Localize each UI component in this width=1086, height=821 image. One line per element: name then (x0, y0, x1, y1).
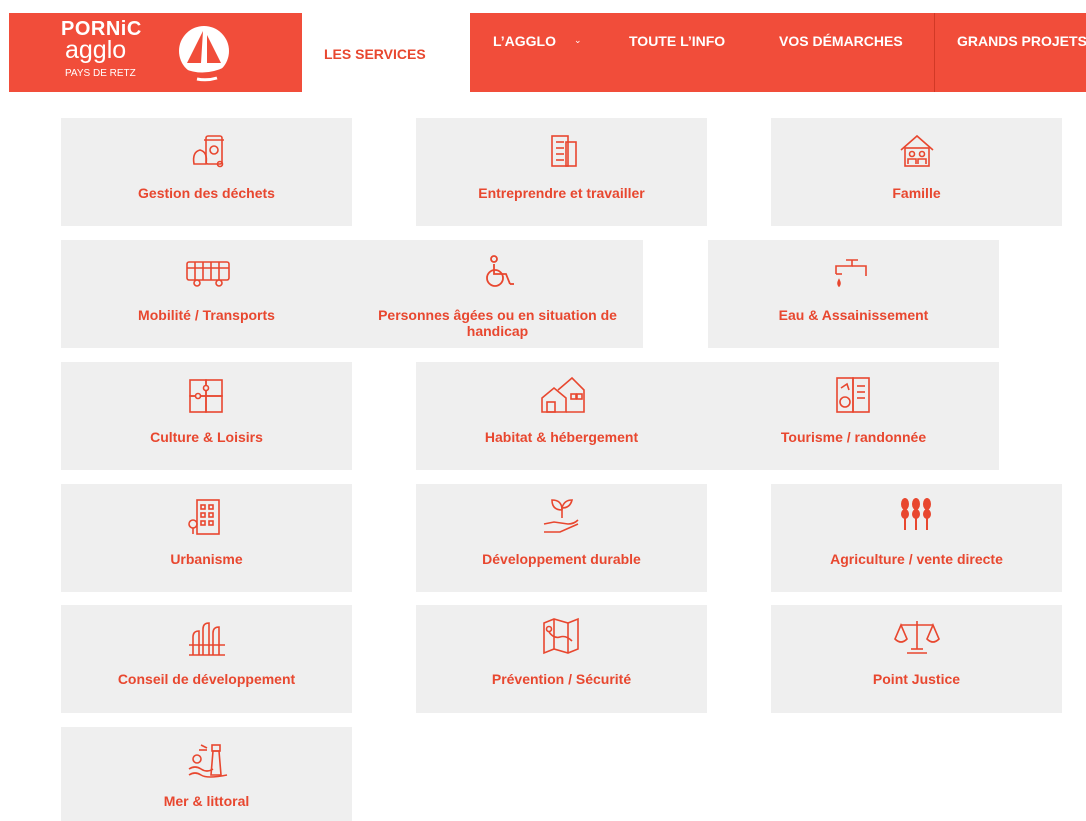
office-building-icon (551, 135, 577, 167)
tile-label: Gestion des déchets (138, 185, 275, 201)
service-tile-entreprendre[interactable]: Entreprendre et travailler (416, 118, 707, 226)
service-tile-justice[interactable]: Point Justice (771, 605, 1062, 713)
service-tile-agriculture[interactable]: Agriculture / vente directe (771, 484, 1062, 592)
tile-label: Habitat & hébergement (484, 429, 639, 445)
tile-label: Famille (892, 185, 941, 201)
tile-label: Tourisme / randonnée (780, 429, 927, 445)
service-tile-famille[interactable]: Famille (771, 118, 1062, 226)
wheelchair-icon (486, 255, 514, 287)
nav-grands-projets[interactable]: GRANDS PROJETS (957, 33, 1086, 49)
service-tile-prevention[interactable]: Prévention / Sécurité (416, 605, 707, 713)
service-tile-conseil[interactable]: Conseil de développement (61, 605, 352, 713)
houses-icon (541, 376, 585, 413)
nav-les-services[interactable]: LES SERVICES (302, 13, 470, 92)
tile-label: Personnes âgées ou en situation de handi… (378, 307, 617, 339)
service-tile-culture[interactable]: Culture & Loisirs (61, 362, 352, 470)
service-tile-tourisme[interactable]: Tourisme / randonnée (708, 362, 999, 470)
service-tile-mer-littoral[interactable]: Mer & littoral (61, 727, 352, 821)
raised-hands-icon (189, 622, 225, 656)
trash-bin-icon (192, 135, 224, 168)
service-tile-eau[interactable]: Eau & Assainissement (708, 240, 999, 348)
sail-logo-icon (179, 26, 229, 82)
tile-label: Agriculture / vente directe (830, 551, 1003, 567)
tile-label: Urbanisme (170, 551, 243, 567)
bus-icon (186, 261, 230, 287)
puzzle-icon (189, 379, 223, 413)
tile-label: Point Justice (872, 671, 961, 687)
service-tile-mobilite[interactable]: Mobilité / Transports (61, 240, 352, 348)
tile-label: Prévention / Sécurité (491, 671, 632, 687)
nav-toute-info[interactable]: TOUTE L’INFO (629, 33, 725, 49)
service-tile-developpement-durable[interactable]: Développement durable (416, 484, 707, 592)
service-tile-urbanisme[interactable]: Urbanisme (61, 484, 352, 592)
service-tile-habitat[interactable]: Habitat & hébergement (416, 362, 707, 470)
map-icon (543, 617, 579, 655)
water-tap-icon (835, 259, 867, 288)
nav-divider (934, 13, 935, 92)
scales-icon (894, 621, 940, 654)
service-tile-dechets[interactable]: Gestion des déchets (61, 118, 352, 226)
service-tile-personnes-agees[interactable]: Personnes âgées ou en situation de handi… (352, 240, 643, 348)
lighthouse-icon (188, 744, 228, 778)
logo-text-agglo: agglo (65, 36, 127, 64)
site-logo[interactable]: PORNiC agglo PAYS DE RETZ (9, 13, 302, 92)
nav-vos-demarches[interactable]: VOS DÉMARCHES (779, 33, 903, 49)
tile-label: Entreprendre et travailler (478, 185, 645, 201)
tile-label: Mer & littoral (163, 793, 250, 809)
nav-agglo[interactable]: L’AGGLO (493, 33, 556, 49)
tile-label: Conseil de développement (117, 671, 296, 687)
main-nav (470, 13, 1086, 92)
logo-text-pays-de-retz: PAYS DE RETZ (65, 68, 136, 79)
wheat-icon (901, 498, 931, 530)
plant-hand-icon (543, 499, 579, 533)
tile-label: Eau & Assainissement (778, 307, 929, 323)
city-building-icon (188, 499, 220, 535)
tile-label: Culture & Loisirs (150, 429, 263, 445)
family-house-icon (900, 134, 934, 167)
tile-label: Développement durable (482, 551, 641, 567)
nav-les-services-label: LES SERVICES (324, 46, 426, 62)
chevron-down-icon[interactable]: ⌄ (574, 35, 582, 46)
tourism-brochure-icon (836, 377, 870, 413)
tile-label: Mobilité / Transports (138, 307, 275, 323)
